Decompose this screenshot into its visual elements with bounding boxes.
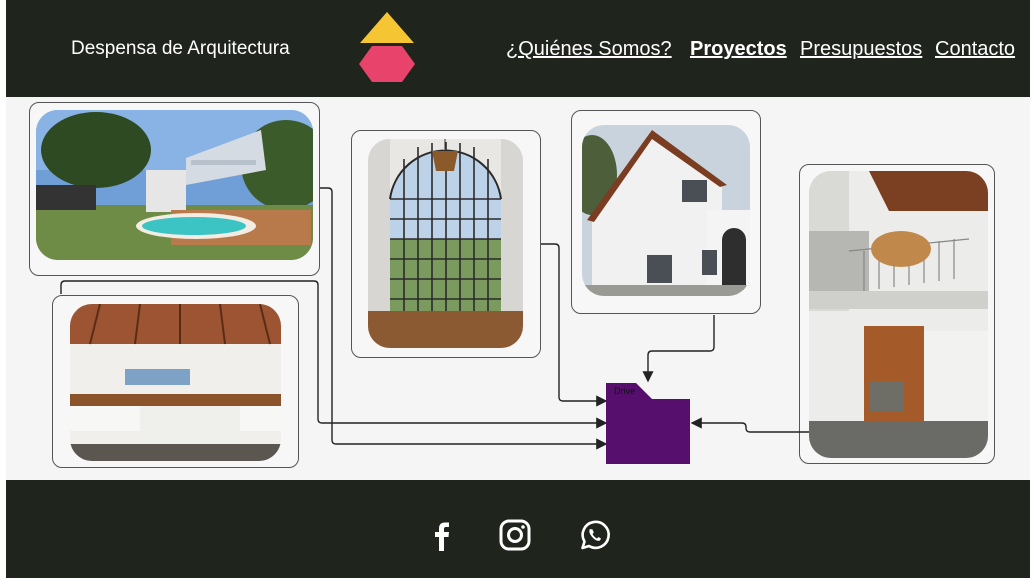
photo-living-room[interactable] [809, 171, 988, 458]
line-white-house [642, 315, 715, 383]
nav-presupuestos[interactable]: Presupuestos [800, 38, 922, 61]
projects-section: Drive [6, 97, 1030, 478]
header: Despensa de Arquitectura ¿Quiénes Somos?… [6, 0, 1030, 97]
photo-white-house[interactable] [582, 125, 750, 296]
photo-kitchen[interactable] [70, 304, 281, 461]
nav-contacto[interactable]: Contacto [935, 38, 1015, 61]
facebook-icon[interactable] [425, 518, 459, 552]
instagram-icon[interactable] [498, 518, 532, 552]
drive-folder-label: Drive [614, 386, 636, 396]
nav-proyectos[interactable]: Proyectos [690, 38, 787, 61]
footer [6, 480, 1030, 578]
main-nav: ¿Quiénes Somos? Proyectos Presupuestos C… [6, 38, 1030, 64]
photo-pool-house[interactable] [36, 110, 313, 260]
photo-arched-window[interactable] [368, 139, 523, 348]
line-living-room [690, 417, 809, 433]
whatsapp-icon[interactable] [578, 518, 612, 552]
nav-quienes-somos[interactable]: ¿Quiénes Somos? [506, 38, 672, 61]
page: Despensa de Arquitectura ¿Quiénes Somos?… [6, 0, 1030, 578]
